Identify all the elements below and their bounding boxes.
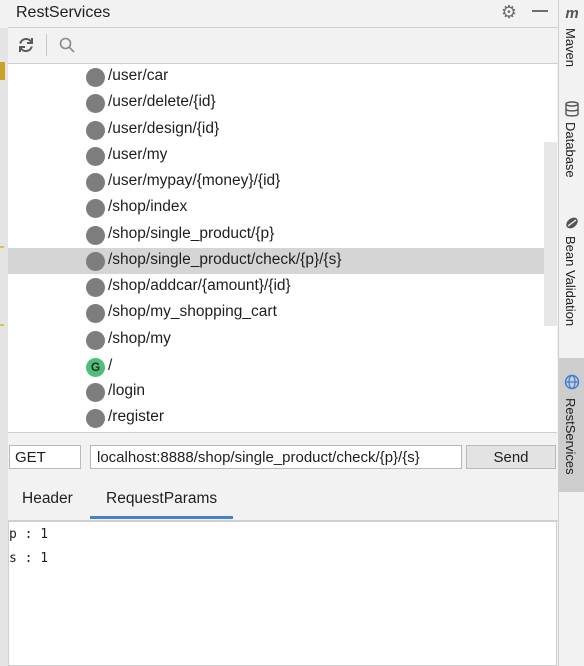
method-field[interactable]: GET <box>9 445 81 469</box>
minimize-icon[interactable] <box>532 10 548 12</box>
rest-services-panel: RestServices ⚙ /user/car /user/delete/{i… <box>0 0 558 666</box>
method-icon <box>86 199 105 218</box>
edge-marker <box>0 62 5 80</box>
panel-title-bar: RestServices ⚙ <box>8 0 558 28</box>
sidebar-label-database: Database <box>563 122 578 178</box>
globe-icon <box>564 374 580 390</box>
gear-icon[interactable]: ⚙ <box>499 2 519 22</box>
endpoint-path: /user/design/{id} <box>108 120 220 137</box>
toolbar <box>8 28 558 64</box>
sidebar-item-bean-validation[interactable]: Bean Validation <box>559 212 584 337</box>
tree-row-selected[interactable]: /shop/single_product/check/{p}/{s} <box>8 248 557 274</box>
tree-row[interactable]: /login <box>8 379 557 405</box>
tree-row[interactable]: /register <box>8 405 557 431</box>
tab-header[interactable]: Header <box>22 490 73 508</box>
method-icon <box>86 94 105 113</box>
method-icon <box>86 383 105 402</box>
endpoint-path: /user/my <box>108 146 168 163</box>
endpoint-path: / <box>108 357 113 374</box>
tab-request-params[interactable]: RequestParams <box>106 490 217 508</box>
tree-row[interactable]: G / <box>8 354 557 380</box>
tree-row[interactable]: /user/delete/{id} <box>8 90 557 116</box>
endpoint-path: /user/car <box>108 67 169 84</box>
method-icon <box>86 304 105 323</box>
endpoint-path: /shop/my_shopping_cart <box>108 303 277 320</box>
edge-marker <box>0 324 4 326</box>
database-icon <box>565 101 579 117</box>
tree-scrollbar[interactable] <box>544 142 557 326</box>
request-tabs: Header RequestParams <box>8 484 558 521</box>
tree-row[interactable]: /shop/my_shopping_cart <box>8 300 557 326</box>
tree-row[interactable]: /shop/index <box>8 195 557 221</box>
request-bar: GET localhost:8888/shop/single_product/c… <box>8 440 558 478</box>
sidebar-label-maven: Maven <box>563 28 578 68</box>
edge-marker <box>0 246 4 248</box>
endpoint-path: /register <box>108 408 164 425</box>
endpoint-path: /shop/addcar/{amount}/{id} <box>108 277 291 294</box>
method-icon <box>86 121 105 140</box>
method-icon <box>86 331 105 350</box>
sidebar-label-bean-validation: Bean Validation <box>563 236 578 327</box>
toolbar-separator <box>46 34 47 56</box>
bean-icon <box>566 217 578 229</box>
tree-row[interactable]: /user/design/{id} <box>8 117 557 143</box>
endpoint-path: /user/delete/{id} <box>108 93 216 110</box>
endpoint-tree: /user/car /user/delete/{id} /user/design… <box>8 64 557 433</box>
sidebar-label-rest-services: RestServices <box>563 398 578 475</box>
method-icon <box>86 68 105 87</box>
param-line: s : 1 <box>9 551 49 566</box>
param-line: p : 1 <box>9 527 49 542</box>
method-icon <box>86 226 105 245</box>
send-button[interactable]: Send <box>466 445 556 469</box>
endpoint-path: /shop/single_product/{p} <box>108 225 275 242</box>
sidebar-item-rest-services[interactable]: RestServices <box>559 358 584 492</box>
tool-window-sidebar: m Maven Database Bean Validation RestSer… <box>558 0 584 666</box>
panel-title: RestServices <box>16 4 111 21</box>
sidebar-item-database[interactable]: Database <box>559 98 584 188</box>
url-field[interactable]: localhost:8888/shop/single_product/check… <box>90 445 462 469</box>
method-icon <box>86 147 105 166</box>
active-tab-indicator <box>90 516 233 519</box>
tree-row[interactable]: /shop/addcar/{amount}/{id} <box>8 274 557 300</box>
tree-row[interactable]: /shop/my <box>8 327 557 353</box>
sidebar-item-maven[interactable]: m Maven <box>559 4 584 74</box>
method-icon <box>86 173 105 192</box>
endpoint-path: /shop/index <box>108 198 188 215</box>
endpoint-path: /shop/single_product/check/{p}/{s} <box>108 251 342 268</box>
endpoint-path: /login <box>108 382 146 399</box>
method-icon <box>86 278 105 297</box>
tree-row[interactable]: /user/mypay/{money}/{id} <box>8 169 557 195</box>
tree-row[interactable]: /shop/single_product/{p} <box>8 222 557 248</box>
search-icon[interactable] <box>58 36 76 54</box>
endpoint-path: /shop/my <box>108 330 171 347</box>
method-icon <box>86 409 105 428</box>
tree-row[interactable]: /user/my <box>8 143 557 169</box>
get-method-icon: G <box>86 358 105 377</box>
method-icon <box>86 252 105 271</box>
editor-edge <box>0 28 8 666</box>
maven-icon: m <box>565 5 579 22</box>
tree-row[interactable]: /user/car <box>8 64 557 90</box>
refresh-icon[interactable] <box>17 36 35 54</box>
params-editor[interactable]: p : 1 s : 1 <box>8 521 557 666</box>
endpoint-path: /user/mypay/{money}/{id} <box>108 172 281 189</box>
